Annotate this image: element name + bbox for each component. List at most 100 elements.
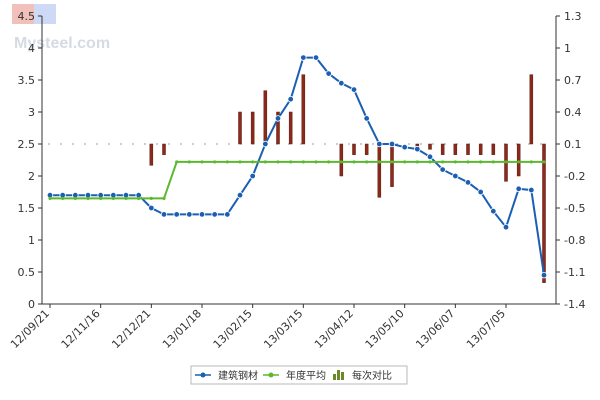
left-tick-label: 2.5: [18, 138, 36, 151]
right-tick-label: 0.4: [564, 106, 582, 119]
series-point-jianzhu: [262, 140, 269, 148]
diff-bar: [390, 143, 394, 187]
series-point-jianzhu: [211, 211, 218, 218]
series-point-jianzhu: [439, 166, 446, 173]
series-point-jianzhu: [464, 179, 472, 186]
diff-bar: [428, 143, 432, 150]
series-point-jianzhu: [186, 211, 193, 218]
x-tick-label: 13/07/05: [464, 307, 508, 351]
series-point-jianzhu: [414, 145, 421, 153]
diff-bar: [516, 143, 521, 177]
series-point-niandu: [491, 160, 495, 164]
series-point-niandu: [175, 160, 179, 164]
series-point-niandu: [73, 196, 77, 200]
x-axis-labels: 12/09/21 12/11/16 12/12/21 13/01/18 13/02/15…: [8, 304, 508, 351]
chart-svg: Mysteel.com 00.511.522.533.544.5-1.4-1.1…: [8, 4, 585, 385]
series-point-niandu: [200, 160, 204, 164]
diff-bar: [339, 143, 344, 177]
x-tick-label: 12/09/21: [8, 307, 52, 351]
series-point-niandu: [441, 160, 445, 164]
series-point-jianzhu: [148, 204, 155, 212]
series-point-niandu: [86, 196, 90, 200]
series-point-jianzhu: [249, 172, 256, 180]
legend-bar-3: [341, 372, 344, 380]
series-point-jianzhu: [528, 186, 535, 194]
legend-label-meici: 每次对比: [352, 369, 392, 382]
series-point-jianzhu: [287, 95, 294, 103]
series-point-niandu: [466, 160, 470, 164]
series-point-jianzhu: [363, 115, 370, 122]
left-tick-label: 4: [28, 42, 35, 55]
diff-bar: [250, 111, 255, 145]
series-point-niandu: [301, 160, 305, 164]
series-point-jianzhu: [515, 185, 522, 192]
diff-bar: [453, 143, 458, 155]
left-tick-label: 3.5: [18, 74, 36, 87]
series-point-jianzhu: [274, 115, 282, 122]
series-point-jianzhu: [160, 211, 168, 218]
series-point-niandu: [111, 196, 115, 200]
chart-root: Mysteel.com 0 0.5 1 1.5 2 2.5 3 3.5 4 4.5 -1.4 -1.1…: [0, 0, 600, 400]
left-tick-label: 4.5: [18, 10, 36, 23]
diff-bar: [352, 143, 356, 155]
diff-bar: [149, 143, 154, 166]
series-point-niandu: [377, 160, 381, 164]
series-point-jianzhu: [312, 54, 320, 61]
series-point-niandu: [479, 160, 483, 164]
series-point-niandu: [390, 160, 394, 164]
diff-bar: [466, 143, 470, 155]
diff-bar: [440, 143, 445, 155]
diff-bar: [491, 143, 496, 155]
x-tick-label: 13/06/07: [413, 307, 457, 351]
series-point-niandu: [365, 160, 369, 164]
x-tick-label: 13/02/15: [211, 307, 255, 351]
diff-bar: [288, 111, 293, 145]
series-point-jianzhu: [338, 79, 345, 87]
series-point-jianzhu: [490, 207, 497, 215]
x-tick-label: 12/11/16: [59, 307, 103, 351]
series-point-jianzhu: [325, 70, 332, 77]
x-tick-label: 13/04/12: [312, 307, 356, 351]
series-point-niandu: [403, 160, 407, 164]
watermark-logo-box-2: [34, 4, 56, 24]
series-point-niandu: [428, 160, 432, 164]
lines-layer: [46, 54, 548, 279]
right-tick-label: -0.2: [564, 170, 585, 183]
diff-bar: [263, 90, 268, 145]
series-line-jianzhu: [50, 56, 545, 276]
series-point-niandu: [542, 160, 546, 164]
legend-bar-1: [333, 374, 336, 380]
series-point-niandu: [61, 196, 65, 200]
right-tick-label: 1.3: [564, 10, 582, 23]
legend-label-niandu: 年度平均: [286, 369, 326, 382]
legend-label-jianzhu: 建筑钢材: [218, 369, 258, 382]
series-point-niandu: [149, 196, 153, 200]
series-point-jianzhu: [540, 272, 548, 279]
legend-dot-niandu: [268, 372, 274, 378]
series-point-jianzhu: [502, 223, 510, 231]
series-point-niandu: [327, 160, 331, 164]
series-point-jianzhu: [236, 191, 244, 199]
legend-dot-jianzhu: [200, 372, 206, 378]
series-point-niandu: [453, 160, 457, 164]
series-point-niandu: [48, 196, 52, 200]
x-tick-label: 13/05/10: [363, 307, 407, 351]
right-tick-label: 0.7: [564, 74, 582, 87]
series-point-niandu: [137, 196, 141, 200]
series-point-niandu: [213, 160, 217, 164]
left-tick-label: 2: [28, 170, 35, 183]
series-point-niandu: [238, 160, 242, 164]
x-tick-label: 13/03/15: [261, 307, 305, 351]
series-point-jianzhu: [426, 153, 434, 160]
diff-bar: [377, 143, 382, 198]
series-point-niandu: [314, 160, 318, 164]
series-point-niandu: [187, 160, 191, 164]
legend: 建筑钢材 年度平均 每次对比: [190, 365, 408, 385]
x-tick-label: 13/01/18: [160, 307, 204, 351]
series-point-niandu: [276, 160, 280, 164]
diff-bar: [364, 143, 369, 155]
series-point-jianzhu: [376, 140, 383, 148]
series-point-jianzhu: [300, 54, 307, 61]
series-point-niandu: [289, 160, 293, 164]
series-point-jianzhu: [350, 86, 358, 93]
